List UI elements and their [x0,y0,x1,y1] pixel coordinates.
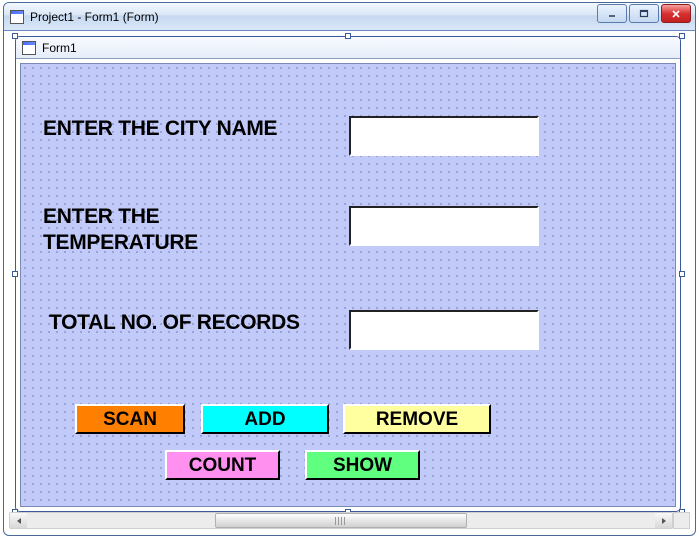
form-titlebar[interactable]: Form1 [16,37,680,59]
form-icon [22,41,36,55]
input-total[interactable] [349,310,539,350]
label-total: TOTAL NO. OF RECORDS [49,310,309,336]
label-city: ENTER THE CITY NAME [43,116,293,142]
form-body[interactable]: ENTER THE CITY NAME ENTER THE TEMPERATUR… [20,63,676,507]
chevron-left-icon [15,517,23,525]
remove-button[interactable]: REMOVE [343,404,491,434]
scroll-thumb[interactable] [215,513,466,528]
scroll-right-button[interactable] [655,513,672,528]
resize-handle[interactable] [679,271,685,277]
window-title: Project1 - Form1 (Form) [30,10,159,24]
chevron-right-icon [660,517,668,525]
label-temp: ENTER THE TEMPERATURE [43,204,303,257]
maximize-icon [639,9,649,19]
add-button[interactable]: ADD [201,404,329,434]
input-temp[interactable] [349,206,539,246]
count-button[interactable]: COUNT [165,450,280,480]
show-button[interactable]: SHOW [305,450,420,480]
minimize-button[interactable] [597,4,627,23]
scan-button[interactable]: SCAN [75,404,185,434]
titlebar[interactable]: Project1 - Form1 (Form) [4,3,695,31]
minimize-icon [607,9,617,19]
form-window[interactable]: Form1 ENTER THE CITY NAME ENTER THE TEMP… [15,36,681,512]
form-icon [10,10,24,24]
maximize-button[interactable] [629,4,659,23]
scroll-corner [673,512,690,529]
resize-handle[interactable] [12,271,18,277]
client-area: Form1 ENTER THE CITY NAME ENTER THE TEMP… [9,36,690,507]
close-button[interactable] [661,4,691,23]
designer-window: Project1 - Form1 (Form) Form1 ENTER THE … [3,2,696,536]
form-title: Form1 [42,41,77,55]
close-icon [671,9,681,19]
resize-handle[interactable] [12,33,18,39]
input-city[interactable] [349,116,539,156]
resize-handle[interactable] [345,33,351,39]
horizontal-scrollbar[interactable] [9,512,673,529]
scroll-track[interactable] [27,513,655,528]
scroll-left-button[interactable] [10,513,27,528]
resize-handle[interactable] [679,33,685,39]
